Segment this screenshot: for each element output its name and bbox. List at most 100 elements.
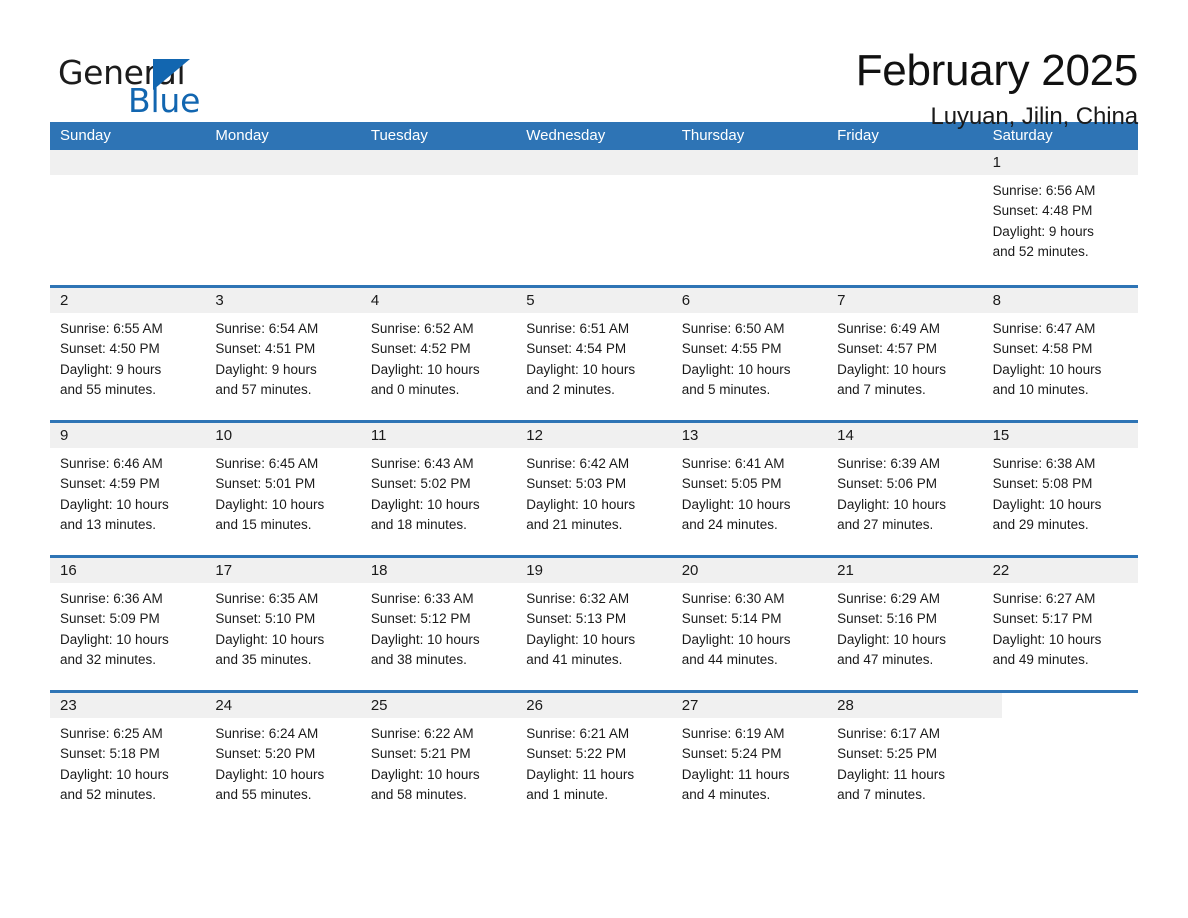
day-cell[interactable]: 19 Sunrise: 6:32 AM Sunset: 5:13 PM Dayl… [516, 558, 671, 690]
day-cell[interactable]: 1 Sunrise: 6:56 AM Sunset: 4:48 PM Dayli… [983, 150, 1138, 285]
day-cell[interactable] [205, 150, 360, 285]
day-details: Sunrise: 6:47 AM Sunset: 4:58 PM Dayligh… [993, 319, 1128, 400]
day-number [215, 150, 350, 175]
sunrise-text: Sunrise: 6:43 AM [370, 456, 474, 471]
daylight-text-line1: Daylight: 9 hours [215, 361, 317, 377]
page-header: General Blue February 2025 Luyuan, Jilin… [50, 0, 1138, 130]
day-cell[interactable]: 7 Sunrise: 6:49 AM Sunset: 4:57 PM Dayli… [827, 288, 982, 420]
sunrise-text: Sunrise: 6:25 AM [60, 726, 163, 741]
day-details: Sunrise: 6:56 AM Sunset: 4:48 PM Dayligh… [993, 181, 1128, 262]
day-number [60, 150, 195, 175]
daylight-text-line2: and 21 minutes. [526, 516, 623, 532]
weekday-header-row: Sunday Monday Tuesday Wednesday Thursday… [50, 122, 1138, 150]
day-number: 19 [526, 562, 543, 579]
daylight-text-line1: Daylight: 10 hours [60, 766, 169, 782]
day-cell[interactable]: 24 Sunrise: 6:24 AM Sunset: 5:20 PM Dayl… [205, 693, 360, 825]
day-number [993, 693, 1128, 718]
day-number: 5 [526, 292, 535, 309]
day-number [526, 150, 661, 175]
day-cell[interactable] [361, 150, 516, 285]
day-cell[interactable]: 11 Sunrise: 6:43 AM Sunset: 5:02 PM Dayl… [361, 423, 516, 555]
day-cell[interactable]: 16 Sunrise: 6:36 AM Sunset: 5:09 PM Dayl… [50, 558, 205, 690]
day-cell[interactable]: 9 Sunrise: 6:46 AM Sunset: 4:59 PM Dayli… [50, 423, 205, 555]
day-cell[interactable]: 27 Sunrise: 6:19 AM Sunset: 5:24 PM Dayl… [672, 693, 827, 825]
day-number: 12 [526, 427, 543, 444]
day-number: 27 [681, 697, 699, 714]
day-cell[interactable]: 4 Sunrise: 6:52 AM Sunset: 4:52 PM Dayli… [361, 288, 516, 420]
daylight-text-line1: Daylight: 10 hours [370, 361, 480, 377]
day-details: Sunrise: 6:29 AM Sunset: 5:16 PM Dayligh… [837, 589, 972, 670]
daylight-text-line1: Daylight: 10 hours [526, 631, 636, 647]
day-details: Sunrise: 6:32 AM Sunset: 5:13 PM Dayligh… [526, 589, 661, 670]
weekday-header-friday: Friday [837, 127, 879, 144]
day-cell[interactable]: 13 Sunrise: 6:41 AM Sunset: 5:05 PM Dayl… [672, 423, 827, 555]
day-details: Sunrise: 6:42 AM Sunset: 5:03 PM Dayligh… [526, 454, 661, 535]
day-details: Sunrise: 6:25 AM Sunset: 5:18 PM Dayligh… [60, 724, 195, 805]
daylight-text-line2: and 41 minutes. [526, 651, 623, 667]
daylight-text-line1: Daylight: 10 hours [992, 496, 1102, 512]
weekday-header-wednesday: Wednesday [526, 127, 606, 144]
sunset-text: Sunset: 4:54 PM [526, 341, 627, 357]
daylight-text-line2: and 2 minutes. [526, 381, 615, 397]
day-cell[interactable]: 12 Sunrise: 6:42 AM Sunset: 5:03 PM Dayl… [516, 423, 671, 555]
sunset-text: Sunset: 4:59 PM [60, 476, 160, 492]
day-number: 7 [837, 292, 846, 309]
day-details: Sunrise: 6:39 AM Sunset: 5:06 PM Dayligh… [837, 454, 972, 535]
day-cell[interactable]: 3 Sunrise: 6:54 AM Sunset: 4:51 PM Dayli… [205, 288, 360, 420]
daylight-text-line1: Daylight: 10 hours [992, 631, 1102, 647]
day-cell[interactable]: 5 Sunrise: 6:51 AM Sunset: 4:54 PM Dayli… [516, 288, 671, 420]
day-cell[interactable]: 20 Sunrise: 6:30 AM Sunset: 5:14 PM Dayl… [672, 558, 827, 690]
sunrise-text: Sunrise: 6:19 AM [681, 726, 785, 741]
day-cell[interactable]: 2 Sunrise: 6:55 AM Sunset: 4:50 PM Dayli… [50, 288, 205, 420]
day-cell[interactable]: 8 Sunrise: 6:47 AM Sunset: 4:58 PM Dayli… [983, 288, 1138, 420]
day-cell[interactable] [50, 150, 205, 285]
day-cell[interactable]: 23 Sunrise: 6:25 AM Sunset: 5:18 PM Dayl… [50, 693, 205, 825]
day-cell[interactable] [827, 150, 982, 285]
daylight-text-line1: Daylight: 10 hours [60, 496, 169, 512]
day-details: Sunrise: 6:50 AM Sunset: 4:55 PM Dayligh… [682, 319, 817, 400]
weekday-header-saturday: Saturday [992, 127, 1053, 144]
day-cell[interactable]: 22 Sunrise: 6:27 AM Sunset: 5:17 PM Dayl… [983, 558, 1138, 690]
daylight-text-line2: and 58 minutes. [370, 786, 467, 802]
day-cell[interactable]: 14 Sunrise: 6:39 AM Sunset: 5:06 PM Dayl… [827, 423, 982, 555]
daylight-text-line2: and 47 minutes. [837, 651, 934, 667]
daylight-text-line1: Daylight: 10 hours [215, 631, 325, 647]
day-details: Sunrise: 6:30 AM Sunset: 5:14 PM Dayligh… [682, 589, 817, 670]
day-details: Sunrise: 6:24 AM Sunset: 5:20 PM Dayligh… [215, 724, 350, 805]
daylight-text-line1: Daylight: 11 hours [681, 766, 790, 782]
day-cell[interactable]: 17 Sunrise: 6:35 AM Sunset: 5:10 PM Dayl… [205, 558, 360, 690]
day-cell[interactable]: 26 Sunrise: 6:21 AM Sunset: 5:22 PM Dayl… [516, 693, 671, 825]
sunset-text: Sunset: 5:18 PM [60, 746, 160, 762]
sunset-text: Sunset: 4:50 PM [60, 341, 160, 357]
sunrise-text: Sunrise: 6:54 AM [215, 321, 319, 336]
sunrise-text: Sunrise: 6:24 AM [215, 726, 319, 741]
daylight-text-line2: and 0 minutes. [370, 381, 460, 397]
day-number: 17 [215, 562, 233, 579]
day-cell[interactable]: 28 Sunrise: 6:17 AM Sunset: 5:25 PM Dayl… [827, 693, 982, 825]
daylight-text-line2: and 29 minutes. [992, 516, 1089, 532]
day-details: Sunrise: 6:46 AM Sunset: 4:59 PM Dayligh… [60, 454, 195, 535]
day-number: 8 [992, 292, 1001, 309]
day-details: Sunrise: 6:36 AM Sunset: 5:09 PM Dayligh… [60, 589, 195, 670]
day-cell[interactable]: 6 Sunrise: 6:50 AM Sunset: 4:55 PM Dayli… [672, 288, 827, 420]
title-block: February 2025 Luyuan, Jilin, China [856, 44, 1139, 131]
day-cell[interactable]: 15 Sunrise: 6:38 AM Sunset: 5:08 PM Dayl… [983, 423, 1138, 555]
daylight-text-line1: Daylight: 11 hours [837, 766, 945, 782]
daylight-text-line1: Daylight: 10 hours [215, 766, 325, 782]
day-cell[interactable] [516, 150, 671, 285]
daylight-text-line2: and 52 minutes. [60, 786, 157, 802]
generalblue-logo[interactable]: General Blue [50, 44, 210, 117]
sunset-text: Sunset: 5:10 PM [215, 611, 316, 627]
day-details: Sunrise: 6:19 AM Sunset: 5:24 PM Dayligh… [682, 724, 817, 805]
day-cell[interactable]: 21 Sunrise: 6:29 AM Sunset: 5:16 PM Dayl… [827, 558, 982, 690]
sunset-text: Sunset: 4:52 PM [370, 341, 471, 357]
sunrise-text: Sunrise: 6:47 AM [992, 321, 1096, 336]
day-details: Sunrise: 6:35 AM Sunset: 5:10 PM Dayligh… [215, 589, 350, 670]
day-cell[interactable] [983, 693, 1138, 825]
day-cell[interactable] [672, 150, 827, 285]
day-cell[interactable]: 25 Sunrise: 6:22 AM Sunset: 5:21 PM Dayl… [361, 693, 516, 825]
day-cell[interactable]: 10 Sunrise: 6:45 AM Sunset: 5:01 PM Dayl… [205, 423, 360, 555]
day-cell[interactable]: 18 Sunrise: 6:33 AM Sunset: 5:12 PM Dayl… [361, 558, 516, 690]
day-details: Sunrise: 6:49 AM Sunset: 4:57 PM Dayligh… [837, 319, 972, 400]
week-row: 16 Sunrise: 6:36 AM Sunset: 5:09 PM Dayl… [50, 555, 1138, 690]
